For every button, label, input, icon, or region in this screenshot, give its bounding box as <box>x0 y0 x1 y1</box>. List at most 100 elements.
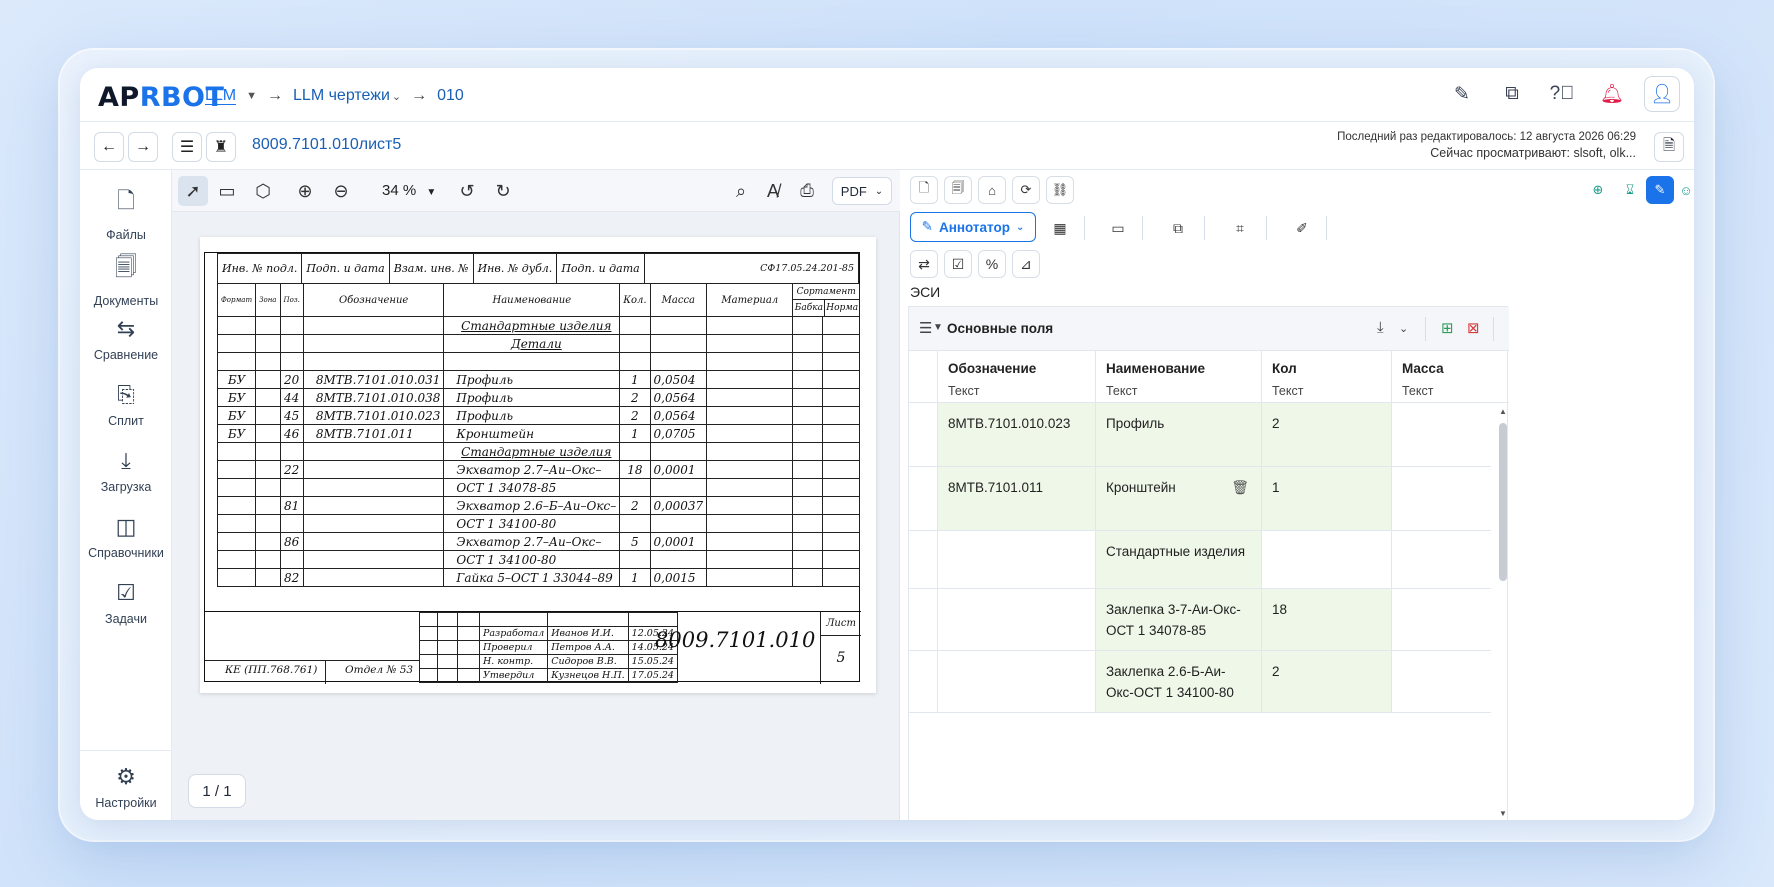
cell-qty[interactable]: 18 <box>1261 589 1391 650</box>
cell-mass[interactable] <box>1391 651 1491 712</box>
cell-name[interactable]: Стандартные изделия <box>1095 531 1261 588</box>
zoom-out-icon[interactable]: ⊖ <box>326 176 356 206</box>
rotate-right-icon[interactable]: ↻ <box>488 176 518 206</box>
sidebar-item-compare[interactable]: ⇆ Сравнение <box>80 316 172 362</box>
cell-qty[interactable]: 2 <box>1261 651 1391 712</box>
caret-down-icon[interactable]: ▼ <box>933 322 943 333</box>
document-info-button[interactable]: 🗎︎ <box>1654 132 1684 162</box>
table-icon[interactable]: ▦ <box>1046 214 1074 242</box>
column-header-code[interactable]: Обозначение Текст <box>937 351 1095 403</box>
table-row[interactable]: 8МТВ.7101.010.023 Профиль 2 <box>909 403 1491 467</box>
hourglass-icon[interactable]: ⌛︎ <box>1616 176 1644 204</box>
ruler-icon[interactable]: ⊿ <box>1012 250 1040 278</box>
percent-icon[interactable]: % <box>978 250 1006 278</box>
table-row[interactable]: Заклепка 2.6-Б-Аи-Окс-ОСТ 1 34100-80 2 <box>909 651 1491 713</box>
scroll-up-icon[interactable]: ▲ <box>1499 407 1507 416</box>
notification-bell-icon[interactable]: 🔔︎ <box>1594 76 1630 112</box>
convert-icon[interactable]: ⇄ <box>910 250 938 278</box>
page-indicator[interactable]: 1 / 1 <box>188 774 246 808</box>
pointer-tool-icon[interactable]: ➚ <box>178 176 208 206</box>
cell-mass[interactable] <box>1391 531 1491 588</box>
column-header-qty[interactable]: Кол Текст <box>1261 351 1391 403</box>
scroll-down-icon[interactable]: ▼ <box>1499 809 1507 818</box>
sidebar-item-upload[interactable]: ⤓ Загрузка <box>80 448 172 494</box>
cell-code[interactable]: 8МТВ.7101.010.023 <box>937 403 1095 466</box>
cell-mass[interactable] <box>1391 589 1491 650</box>
text-recognition-icon[interactable]: A̸ <box>758 176 788 206</box>
cell-name[interactable]: Заклепка 3-7-Аи-Окс-ОСТ 1 34078-85 <box>1095 589 1261 650</box>
trash-icon[interactable]: 🗑︎ <box>1231 477 1249 498</box>
sidebar-item-split[interactable]: ⎘ Сплит <box>80 382 172 428</box>
specification-drawing: Инв. № подл. Подп. и дата Взам. инв. № И… <box>204 252 861 684</box>
cell-code[interactable] <box>937 589 1095 650</box>
breadcrumb-item[interactable]: 010 <box>437 87 464 105</box>
stamp-icon[interactable]: ♜ <box>206 132 236 162</box>
rotate-left-icon[interactable]: ↺ <box>452 176 482 206</box>
search-icon[interactable]: ⌕ <box>726 176 756 206</box>
cell-qty[interactable] <box>1261 531 1391 588</box>
sync-search-icon[interactable]: ⟳ <box>1012 176 1040 204</box>
annotator-dropdown[interactable]: ✎ Аннотатор ⌄ <box>910 212 1036 242</box>
rectangle-tool-icon[interactable]: ▭ <box>212 176 242 206</box>
documents-icon[interactable]: 🗐︎ <box>944 176 972 204</box>
cell-code[interactable] <box>937 651 1095 712</box>
cell-mass[interactable] <box>1391 467 1491 530</box>
sidebar-item-tasks[interactable]: ☑ Задачи <box>80 580 172 626</box>
column-header-mass[interactable]: Масса Текст <box>1391 351 1491 403</box>
cell-qty[interactable]: 2 <box>1261 403 1391 466</box>
column-header-name[interactable]: Наименование Текст <box>1095 351 1261 403</box>
sidebar-item-references[interactable]: ◫ Справочники <box>80 514 172 560</box>
cell-name[interactable]: Профиль <box>1095 403 1261 466</box>
back-button[interactable]: ← <box>94 132 124 162</box>
cell-code[interactable] <box>937 531 1095 588</box>
cell-name[interactable]: Заклепка 2.6-Б-Аи-Окс-ОСТ 1 34100-80 <box>1095 651 1261 712</box>
print-icon[interactable]: ⎙ <box>792 176 822 206</box>
cell-code[interactable]: 8МТВ.7101.011 <box>937 467 1095 530</box>
scrollbar-thumb[interactable] <box>1499 423 1507 581</box>
filter-settings-button[interactable]: ☰ <box>172 132 202 162</box>
viewing-users-text[interactable]: Сейчас просматривают: slsoft, olk... <box>1337 145 1636 161</box>
cell-mass[interactable] <box>1391 403 1491 466</box>
breadcrumb-root[interactable]: LLM <box>205 87 237 105</box>
chevron-down-icon[interactable]: ⌄ <box>1399 322 1408 335</box>
briefcase-icon[interactable]: ⌂ <box>978 176 1006 204</box>
format-select[interactable]: PDF ⌄ <box>832 177 892 205</box>
delete-row-icon[interactable]: ⊠ <box>1467 319 1480 337</box>
checklist-icon[interactable]: ☑ <box>944 250 972 278</box>
comment-icon[interactable]: ▭ <box>1104 214 1132 242</box>
table-row[interactable]: Стандартные изделия <box>909 531 1491 589</box>
cell-name[interactable]: Кронштейн 🗑︎ <box>1095 467 1261 530</box>
chevron-down-icon[interactable]: ▼ <box>246 90 257 102</box>
document-edit-icon[interactable]: ✐ <box>1288 214 1316 242</box>
cell-qty[interactable]: 1 <box>1261 467 1391 530</box>
sidebar-item-documents[interactable]: 🗐︎ Документы <box>80 250 172 308</box>
chevron-down-icon[interactable]: ⌄ <box>392 90 401 103</box>
user-check-icon[interactable]: ☺ <box>1678 176 1694 204</box>
help-icon[interactable]: ?⃝ <box>1544 76 1580 112</box>
drawing-sheet[interactable]: Инв. № подл. Подп. и дата Взам. инв. № И… <box>200 237 876 693</box>
user-icon[interactable]: 👤︎ <box>1644 76 1680 112</box>
zoom-level[interactable]: 34 % ▼ <box>382 182 436 199</box>
upload-icon[interactable]: ⊕ <box>1584 176 1612 204</box>
signature-row: Н. контр. Сидоров В.В. 15.05.24 <box>419 654 678 669</box>
scan-text-icon[interactable]: ⌗ <box>1226 214 1254 242</box>
annotation-panel: 🗋︎ 🗐︎ ⌂ ⟳ ⛓︎ ⊕ ⌛︎ ✎ ☺ ✎ Аннотатор ⌄ ▦ ▭ ⧉ … <box>900 170 1694 820</box>
zoom-in-icon[interactable]: ⊕ <box>290 176 320 206</box>
group-icon[interactable]: ☰ <box>919 319 932 337</box>
image-compare-icon[interactable]: ⧉ <box>1164 214 1192 242</box>
forward-button[interactable]: → <box>128 132 158 162</box>
link-icon[interactable]: ⛓︎ <box>1046 176 1074 204</box>
tag-icon[interactable]: ✎ <box>1444 76 1480 112</box>
add-row-icon[interactable]: ⊞ <box>1441 319 1454 337</box>
download-icon[interactable]: ⤓ <box>1377 319 1384 336</box>
ai-edit-icon[interactable]: ✎ <box>1646 176 1674 204</box>
table-row[interactable]: 8МТВ.7101.011 Кронштейн 🗑︎ 1 <box>909 467 1491 531</box>
search-window-icon[interactable]: ⧉ <box>1494 76 1530 112</box>
polygon-tool-icon[interactable]: ⬡ <box>248 176 278 206</box>
table-row[interactable]: Заклепка 3-7-Аи-Окс-ОСТ 1 34078-85 18 <box>909 589 1491 651</box>
scrollbar[interactable]: ▲ ▼ <box>1499 407 1507 820</box>
sidebar-item-settings[interactable]: ⚙ Настройки <box>80 764 172 810</box>
document-icon[interactable]: 🗋︎ <box>910 176 938 204</box>
breadcrumb-folder[interactable]: LLM чертежи <box>293 87 390 105</box>
sidebar-item-files[interactable]: 🗋︎ Файлы <box>80 184 172 242</box>
